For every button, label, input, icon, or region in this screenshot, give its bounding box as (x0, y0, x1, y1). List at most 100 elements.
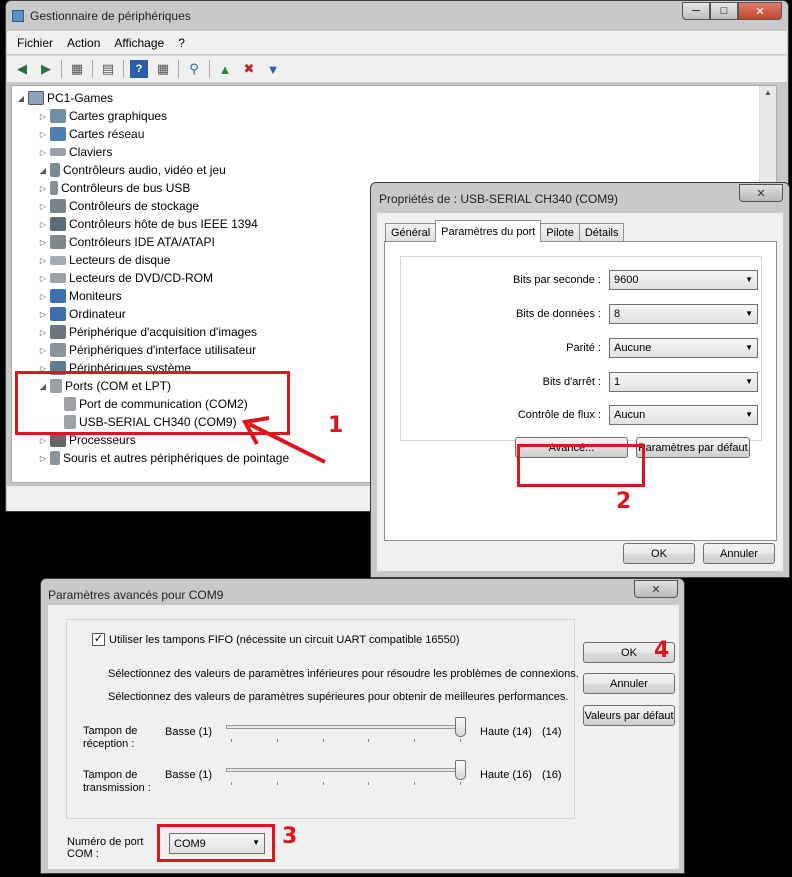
menu-view[interactable]: Affichage (114, 36, 164, 50)
tree-item-label: Ordinateur (69, 307, 126, 321)
tree-root[interactable]: ◢ PC1-Games (16, 89, 113, 107)
fifo-checkbox[interactable]: ✓ (92, 633, 105, 646)
stop-bits-select[interactable]: 1 ▼ (609, 372, 758, 392)
expand-icon[interactable]: ▷ (38, 436, 48, 445)
expand-icon[interactable]: ▷ (38, 184, 48, 193)
forward-icon[interactable]: ▶ (37, 60, 55, 78)
collapse-icon[interactable]: ◢ (16, 94, 26, 103)
properties-title: Propriétés de : USB-SERIAL CH340 (COM9) (379, 192, 618, 206)
expand-icon[interactable]: ▷ (38, 220, 48, 229)
expand-icon[interactable]: ▷ (38, 112, 48, 121)
tx-buffer-slider[interactable] (226, 760, 466, 785)
fifo-checkbox-row[interactable]: ✓ Utiliser les tampons FIFO (nécessite u… (92, 633, 464, 646)
back-icon[interactable]: ◀ (13, 60, 31, 78)
expand-icon[interactable]: ▷ (38, 148, 48, 157)
stop-bits-label: Bits d'arrêt : (542, 376, 601, 388)
expand-icon[interactable]: ▷ (38, 346, 48, 355)
tree-item-stockage[interactable]: ▷ Contrôleurs de stockage (38, 197, 199, 215)
tree-item-ordinateur[interactable]: ▷ Ordinateur (38, 305, 126, 323)
close-button[interactable]: ✕ (738, 2, 782, 20)
advanced-titlebar[interactable]: Paramètres avancés pour COM9 ✕ (41, 579, 684, 607)
tree-item-moniteurs[interactable]: ▷ Moniteurs (38, 287, 122, 305)
tree-item-claviers[interactable]: ▷ Claviers (38, 143, 112, 161)
tree-item-ide[interactable]: ▷ Contrôleurs IDE ATA/ATAPI (38, 233, 215, 251)
tree-item-hid[interactable]: ▷ Périphériques d'interface utilisateur (38, 341, 256, 359)
expand-icon[interactable]: ◢ (38, 166, 48, 175)
advanced-title: Paramètres avancés pour COM9 (48, 588, 224, 602)
annotation-number-2: 2 (616, 489, 632, 514)
view-icon[interactable]: ▦ (154, 60, 172, 78)
slider-tick (460, 739, 461, 742)
tab-details[interactable]: Détails (578, 223, 625, 242)
tree-item-ieee1394[interactable]: ▷ Contrôleurs hôte de bus IEEE 1394 (38, 215, 258, 233)
expand-icon[interactable]: ▷ (38, 202, 48, 211)
scroll-up-icon[interactable]: ▲ (764, 88, 772, 97)
advanced-defaults-button[interactable]: Valeurs par défaut (583, 705, 675, 726)
expand-icon[interactable]: ▷ (38, 238, 48, 247)
annotation-box-advanced (517, 444, 645, 487)
annotation-arrow-icon (241, 416, 326, 464)
properties-titlebar[interactable]: Propriétés de : USB-SERIAL CH340 (COM9) … (371, 183, 789, 211)
storage-controller-icon (50, 199, 66, 213)
minimize-button[interactable]: ─ (682, 2, 710, 20)
properties-close-button[interactable]: ✕ (739, 184, 783, 202)
update-driver-icon[interactable]: ▲ (216, 60, 234, 78)
chevron-down-icon: ▼ (745, 275, 753, 284)
tree-item-imaging[interactable]: ▷ Périphérique d'acquisition d'images (38, 323, 257, 341)
device-manager-titlebar[interactable]: Gestionnaire de périphériques ─ □ ✕ (6, 1, 788, 29)
expand-icon[interactable]: ▷ (38, 256, 48, 265)
maximize-button[interactable]: □ (710, 2, 738, 20)
expand-icon[interactable]: ▷ (38, 328, 48, 337)
flow-control-select[interactable]: Aucun ▼ (609, 405, 758, 425)
properties-cancel-button[interactable]: Annuler (703, 543, 775, 564)
tx-low-label: Basse (1) (165, 769, 213, 781)
properties-icon[interactable]: ▤ (99, 60, 117, 78)
properties-ok-button[interactable]: OK (623, 543, 695, 564)
expand-icon[interactable]: ▷ (38, 310, 48, 319)
tree-item-label: Périphériques d'interface utilisateur (69, 343, 257, 357)
tab-port-settings[interactable]: Paramètres du port (435, 220, 542, 242)
fifo-label: Utiliser les tampons FIFO (nécessite un … (109, 633, 460, 646)
port-settings-page: Bits par seconde : 9600 ▼ Bits de données… (384, 241, 777, 541)
tree-item-disques[interactable]: ▷ Lecteurs de disque (38, 251, 170, 269)
slider-tick (277, 782, 278, 785)
tree-item-label: Moniteurs (69, 289, 122, 303)
tree-item-label: Cartes réseau (69, 127, 145, 141)
tab-driver[interactable]: Pilote (540, 223, 580, 242)
baud-rate-select[interactable]: 9600 ▼ (609, 270, 758, 290)
help-icon[interactable]: ? (130, 60, 148, 78)
tx-slider-thumb[interactable] (455, 760, 466, 780)
menu-action[interactable]: Action (67, 36, 100, 50)
disable-icon[interactable]: ▼ (264, 60, 282, 78)
tab-general[interactable]: Général (385, 223, 437, 242)
menu-file[interactable]: Fichier (17, 36, 53, 50)
port-defaults-button[interactable]: Paramètres par défaut (636, 437, 750, 458)
tree-item-usb[interactable]: ▷ Contrôleurs de bus USB (38, 179, 190, 197)
rx-buffer-slider[interactable] (226, 717, 466, 742)
advanced-cancel-button[interactable]: Annuler (583, 673, 675, 694)
expand-icon[interactable]: ▷ (38, 130, 48, 139)
row-data-bits: Bits de données : 8 ▼ (401, 303, 763, 325)
parity-select[interactable]: Aucune ▼ (609, 338, 758, 358)
expand-icon[interactable]: ▷ (38, 454, 48, 463)
tree-item-audio[interactable]: ◢ Contrôleurs audio, vidéo et jeu (38, 161, 226, 179)
tree-item-cartes-graphiques[interactable]: ▷ Cartes graphiques (38, 107, 167, 125)
advanced-close-button[interactable]: ✕ (634, 580, 678, 598)
tree-item-label: Contrôleurs de stockage (69, 199, 200, 213)
menu-help[interactable]: ? (178, 36, 185, 50)
slider-tick (368, 782, 369, 785)
uninstall-icon[interactable]: ✖ (240, 60, 258, 78)
data-bits-select[interactable]: 8 ▼ (609, 304, 758, 324)
tree-item-cartes-reseau[interactable]: ▷ Cartes réseau (38, 125, 144, 143)
show-hide-tree-icon[interactable]: ▦ (68, 60, 86, 78)
expand-icon[interactable]: ▷ (38, 274, 48, 283)
rx-value: (14) (542, 726, 562, 738)
rx-slider-thumb[interactable] (455, 717, 466, 737)
data-bits-value: 8 (614, 308, 621, 320)
tree-root-label: PC1-Games (47, 91, 114, 105)
expand-icon[interactable]: ▷ (38, 292, 48, 301)
keyboard-icon (50, 148, 66, 156)
row-stop-bits: Bits d'arrêt : 1 ▼ (401, 371, 763, 393)
scan-hardware-icon[interactable]: ⚲ (185, 60, 203, 78)
tree-item-dvd[interactable]: ▷ Lecteurs de DVD/CD-ROM (38, 269, 213, 287)
